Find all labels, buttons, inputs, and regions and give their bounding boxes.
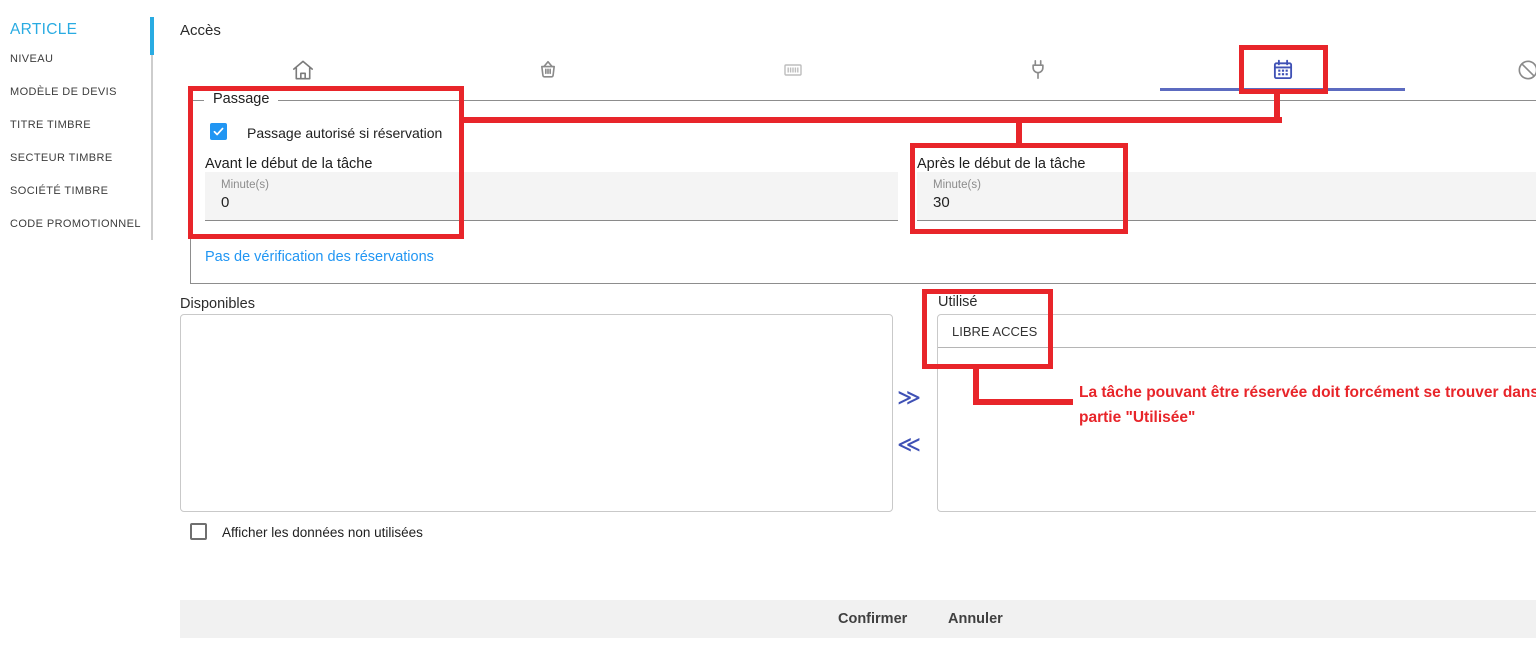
access-settings-page: ARTICLE NIVEAU MODÈLE DE DEVIS TITRE TIM…	[0, 0, 1536, 646]
tab-plug[interactable]	[915, 48, 1160, 92]
available-listbox[interactable]	[180, 314, 893, 512]
tab-barcode[interactable]	[670, 48, 915, 92]
show-unused-data-checkbox[interactable]	[190, 523, 207, 540]
sidebar-item-article-active[interactable]: ARTICLE	[10, 21, 77, 39]
used-listbox[interactable]: LIBRE ACCES	[937, 314, 1536, 512]
used-list-label: Utilisé	[938, 294, 977, 310]
plug-icon	[1025, 57, 1051, 83]
calendar-icon	[1270, 57, 1296, 83]
active-tab-underline	[1160, 88, 1405, 91]
home-icon	[290, 57, 316, 83]
move-right-button[interactable]: ≫	[897, 386, 921, 409]
available-list-label: Disponibles	[180, 296, 255, 312]
show-unused-data-label: Afficher les données non utilisées	[222, 525, 423, 540]
cancel-button[interactable]: Annuler	[948, 611, 1003, 627]
before-minutes-floating-label: Minute(s)	[221, 179, 269, 191]
blocked-icon	[1515, 57, 1536, 83]
sidebar-active-indicator	[150, 17, 154, 55]
tab-calendar-active[interactable]	[1160, 48, 1405, 92]
sidebar-item-code-promotionnel[interactable]: CODE PROMOTIONNEL	[10, 207, 145, 240]
move-left-button[interactable]: ≪	[897, 433, 921, 456]
sidebar-item-modele-de-devis[interactable]: MODÈLE DE DEVIS	[10, 75, 145, 108]
used-list-item[interactable]: LIBRE ACCES	[938, 315, 1536, 348]
after-minutes-input[interactable]	[933, 194, 1133, 211]
tab-basket[interactable]	[425, 48, 670, 92]
passage-fieldset-legend: Passage	[204, 91, 278, 107]
tab-blocked[interactable]	[1405, 48, 1536, 92]
sidebar-item-secteur-timbre[interactable]: SECTEUR TIMBRE	[10, 141, 145, 174]
before-minutes-input[interactable]	[221, 194, 421, 211]
sidebar-nav: NIVEAU MODÈLE DE DEVIS TITRE TIMBRE SECT…	[10, 42, 145, 240]
after-task-label: Après le début de la tâche	[917, 156, 1085, 172]
checkmark-icon	[212, 125, 225, 138]
confirm-button[interactable]: Confirmer	[838, 611, 907, 627]
passage-autorise-checkbox[interactable]	[210, 123, 227, 140]
barcode-icon	[781, 58, 805, 82]
page-title: Accès	[180, 22, 221, 39]
sidebar-divider	[151, 55, 153, 240]
tab-bar	[180, 48, 1536, 92]
after-minutes-field[interactable]: Minute(s)	[917, 172, 1536, 221]
basket-icon	[535, 57, 561, 83]
sidebar-item-societe-timbre[interactable]: SOCIÉTÉ TIMBRE	[10, 174, 145, 207]
tab-home[interactable]	[180, 48, 425, 92]
no-reservation-check-link[interactable]: Pas de vérification des réservations	[205, 249, 434, 265]
sidebar-item-niveau[interactable]: NIVEAU	[10, 42, 145, 75]
after-minutes-floating-label: Minute(s)	[933, 179, 981, 191]
passage-autorise-label: Passage autorisé si réservation	[247, 125, 442, 141]
before-task-label: Avant le début de la tâche	[205, 156, 372, 172]
sidebar-item-titre-timbre[interactable]: TITRE TIMBRE	[10, 108, 145, 141]
before-minutes-field[interactable]: Minute(s)	[205, 172, 898, 221]
